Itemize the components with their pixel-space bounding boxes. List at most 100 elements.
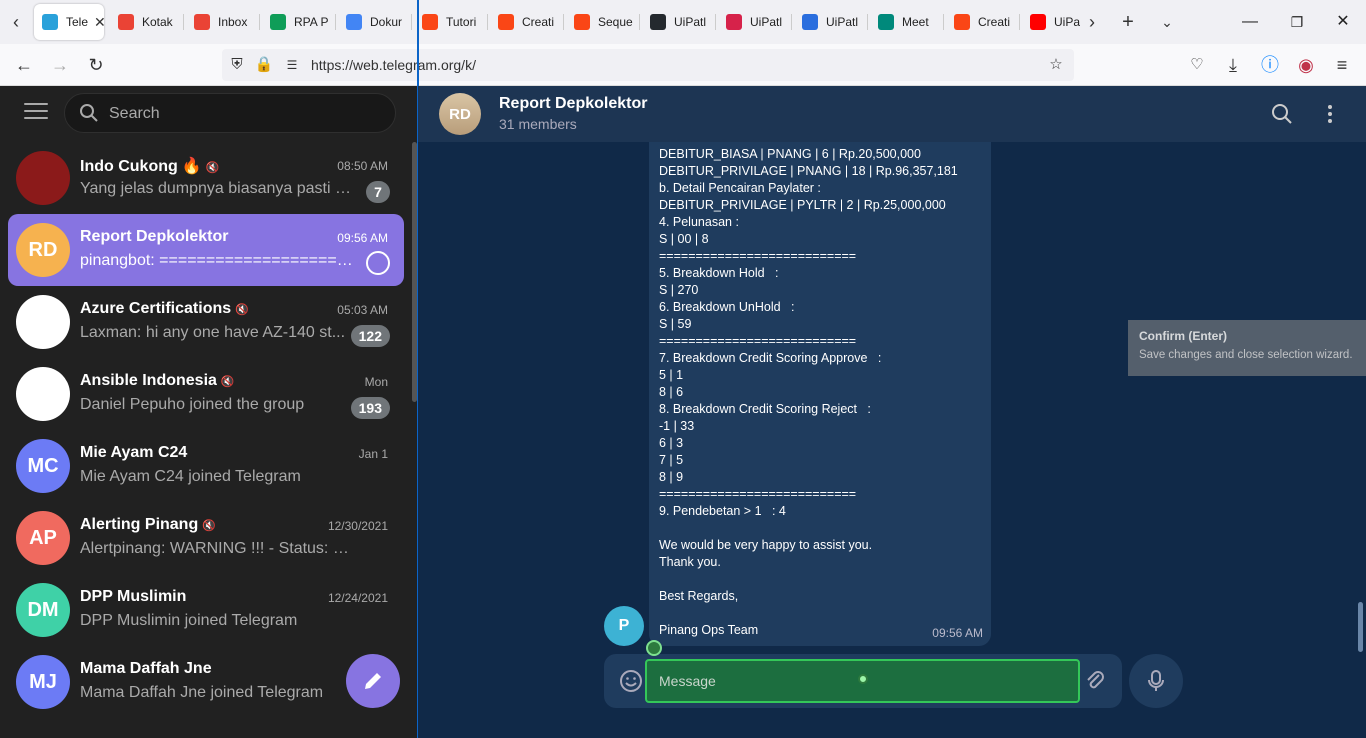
chat-list-item[interactable]: Ansible Indonesia 🔇 Mon Daniel Pepuho joine… <box>8 358 404 430</box>
message-bubble[interactable]: DEBITUR_BIASA | PNANG | 6 | Rp.20,500,00… <box>649 142 991 646</box>
chat-list-item[interactable]: MC Mie Ayam C24 Jan 1 Mie Ayam C24 joined T… <box>8 430 404 502</box>
chat-time: 05:03 AM <box>337 303 388 317</box>
browser-tab[interactable]: Seque <box>566 4 636 40</box>
search-input[interactable]: Search <box>64 93 396 133</box>
attach-icon[interactable] <box>1082 668 1108 694</box>
hamburger-menu-icon[interactable] <box>24 103 48 123</box>
browser-tab[interactable]: RPA P <box>262 4 332 40</box>
emoji-icon[interactable] <box>618 668 644 694</box>
tab-label: Creati <box>978 15 1011 29</box>
message-line: -1 | 33 <box>659 419 695 433</box>
more-options-icon[interactable] <box>1318 102 1342 126</box>
message-line: 8 | 9 <box>659 470 684 484</box>
message-line: 6 | 3 <box>659 436 684 450</box>
chat-name: Mama Daffah Jne <box>80 660 212 678</box>
permissions-icon[interactable]: ☰ <box>282 55 302 75</box>
gmail-icon <box>194 14 210 30</box>
browser-tab[interactable]: UiPatl <box>794 4 864 40</box>
lock-icon[interactable]: 🔒 <box>254 55 274 75</box>
pocket-icon[interactable]: ♡ <box>1185 53 1209 77</box>
chat-list-item[interactable]: Indo Cukong 🔥 🔇 08:50 AM Yang jelas dumpnya … <box>8 142 404 214</box>
message-line <box>659 605 985 622</box>
muted-icon: 🔇 <box>202 520 216 532</box>
chat-avatar[interactable]: RD <box>439 93 481 135</box>
chat-avatar: MC <box>16 439 70 493</box>
chat-avatar <box>16 367 70 421</box>
chat-list-item[interactable]: DM DPP Muslimin 12/24/2021 DPP Muslimin joi… <box>8 574 404 646</box>
chat-avatar: RD <box>16 223 70 277</box>
chat-time: 09:56 AM <box>337 231 388 245</box>
chat-name-text: Mama Daffah Jne <box>80 660 212 677</box>
selector-target-icon <box>858 674 868 684</box>
browser-tab[interactable]: Tele ✕ <box>34 4 104 40</box>
address-bar[interactable]: ⛨ 🔒 ☰ https://web.telegram.org/k/ ☆ <box>222 49 1074 81</box>
tab-scroll-right-icon[interactable]: › <box>1080 10 1104 34</box>
tab-label: UiPatl <box>750 15 783 29</box>
message-line: 7 | 5 <box>659 453 684 467</box>
browser-tab[interactable]: Kotak <box>110 4 180 40</box>
chat-name: Report Depkolektor <box>80 228 228 246</box>
browser-tab[interactable]: Dokur <box>338 4 408 40</box>
chat-time: 12/30/2021 <box>327 519 388 533</box>
close-window-icon[interactable]: ✕ <box>1331 10 1355 34</box>
back-icon[interactable]: ← <box>12 53 36 77</box>
menu-icon[interactable]: ≡ <box>1330 53 1354 77</box>
restore-icon[interactable]: ❐ <box>1285 10 1309 34</box>
browser-tab[interactable]: Creati <box>490 4 560 40</box>
tab-separator <box>411 14 412 30</box>
uipath-icon <box>422 14 438 30</box>
search-icon[interactable] <box>1270 102 1294 126</box>
new-tab-icon[interactable]: + <box>1116 10 1140 34</box>
edge-icon <box>802 14 818 30</box>
browser-tab[interactable]: Tutori <box>414 4 484 40</box>
tab-label: Tele <box>66 15 89 29</box>
chat-title[interactable]: Report Depkolektor <box>499 95 647 113</box>
browser-tab[interactable]: UiPatl <box>718 4 788 40</box>
chat-scrollbar[interactable] <box>1358 602 1363 652</box>
chat-list-item[interactable]: RD Report Depkolektor 09:56 AM pinangbot: =… <box>8 214 404 286</box>
chat-name-text: Ansible Indonesia <box>80 372 217 389</box>
shield-icon[interactable]: ⛨ <box>227 55 247 75</box>
uipath-icon <box>574 14 590 30</box>
chat-header[interactable]: RD Report Depkolektor 31 members <box>418 86 1366 142</box>
close-tab-icon[interactable]: ✕ <box>94 14 104 31</box>
url-text[interactable]: https://web.telegram.org/k/ <box>311 57 476 73</box>
chat-name: Ansible Indonesia 🔇 <box>80 372 235 390</box>
password-manager-icon[interactable]: ⓘ <box>1258 53 1282 77</box>
sender-avatar[interactable]: P <box>604 606 644 646</box>
chat-avatar: DM <box>16 583 70 637</box>
message-line: S | 270 <box>659 283 699 297</box>
tab-scroll-left-icon[interactable]: ‹ <box>4 10 28 34</box>
voice-record-button[interactable] <box>1129 654 1183 708</box>
chat-list-item[interactable]: MJMama Daffah Jne12/2Mama Daffah Jne joi… <box>8 646 404 718</box>
reload-icon[interactable]: ↻ <box>84 53 108 77</box>
downloads-icon[interactable]: ⤓ <box>1221 53 1245 77</box>
message-line: S | 59 <box>659 317 692 331</box>
message-line <box>659 520 985 537</box>
tab-list-chevron-icon[interactable]: ⌄ <box>1155 10 1179 34</box>
sheets-icon <box>270 14 286 30</box>
forward-icon[interactable]: → <box>48 53 72 77</box>
telegram-icon <box>42 14 58 30</box>
browser-tab[interactable]: Meet <box>870 4 940 40</box>
extension-icon[interactable]: ◉ <box>1294 53 1318 77</box>
chat-avatar: AP <box>16 511 70 565</box>
chat-preview: Mie Ayam C24 joined Telegram <box>80 468 301 485</box>
message-line: DEBITUR_PRIVILAGE | PYLTR | 2 | Rp.25,00… <box>659 198 946 212</box>
muted-icon: 🔇 <box>205 162 220 174</box>
browser-tab[interactable]: UiPa <box>1022 4 1080 40</box>
docs-icon <box>346 14 362 30</box>
muted-icon: 🔇 <box>235 304 249 316</box>
chat-list-item[interactable]: AP Alerting Pinang 🔇 12/30/2021 Alertpinang:… <box>8 502 404 574</box>
tab-label: Meet <box>902 15 929 29</box>
minimize-icon[interactable]: — <box>1238 10 1262 34</box>
tab-label: Dokur <box>370 15 403 29</box>
browser-tab[interactable]: UiPatl <box>642 4 712 40</box>
message-line: b. Detail Pencairan Paylater : <box>659 181 821 195</box>
chat-list-item[interactable]: Azure Certifications 🔇 05:03 AM Laxman: hi … <box>8 286 404 358</box>
navigation-toolbar: ← → ↻ ⛨ 🔒 ☰ https://web.telegram.org/k/ … <box>0 44 1366 86</box>
browser-tab[interactable]: Creati <box>946 4 1016 40</box>
bookmark-star-icon[interactable]: ☆ <box>1046 55 1066 75</box>
browser-tab[interactable]: Inbox <box>186 4 256 40</box>
compose-button[interactable] <box>346 654 400 708</box>
